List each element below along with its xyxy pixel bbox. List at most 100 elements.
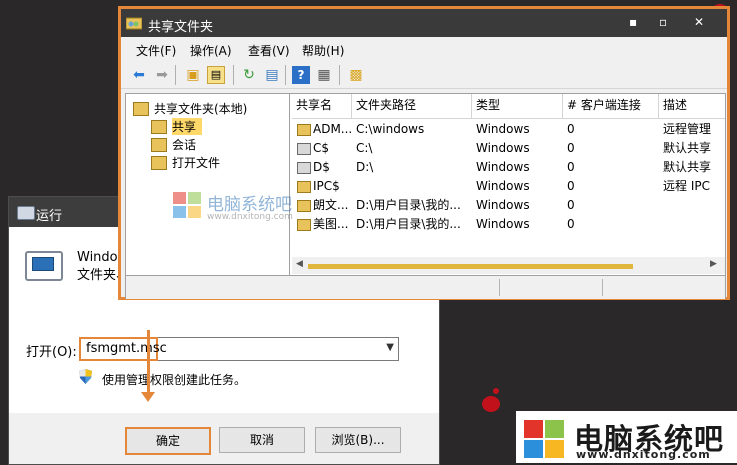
window-title: 共享文件夹 xyxy=(148,20,214,35)
windows-logo-icon xyxy=(173,192,201,218)
up-folder-icon[interactable]: ▣ xyxy=(184,66,202,84)
desktop-splatter xyxy=(482,396,500,412)
scroll-right-icon[interactable]: ▶ xyxy=(710,259,717,269)
cell-description: 默认共享 xyxy=(663,160,712,174)
run-footer: 确定 取消 浏览(B)... xyxy=(9,413,439,464)
tree-item-label: 会话 xyxy=(172,138,197,152)
cell-description: 远程 IPC xyxy=(663,179,710,193)
horizontal-scrollbar[interactable]: ◀ ▶ xyxy=(292,257,725,274)
refresh-icon[interactable]: ↻ xyxy=(240,66,258,84)
scroll-left-icon[interactable]: ◀ xyxy=(296,259,303,269)
screen-icon xyxy=(32,257,54,271)
status-divider xyxy=(602,279,603,296)
toolbar-separator xyxy=(233,65,234,85)
shared-folders-frame: 共享文件夹 ▪ ▫ ✕ 文件(F) 操作(A) 查看(V) 帮助(H) ⬅ ➡ … xyxy=(121,9,727,299)
share-icon xyxy=(297,162,311,174)
table-row[interactable]: IPC$ Windows 0 远程 IPC xyxy=(292,177,725,196)
column-share-name[interactable]: 共享名 xyxy=(292,94,352,118)
help-icon[interactable]: ? xyxy=(292,66,310,84)
cell-folder-path xyxy=(356,177,468,196)
column-description[interactable]: 描述 xyxy=(659,94,725,118)
cell-description xyxy=(663,215,723,234)
table-row[interactable]: 美图... D:\用户目录\我的... Windows 0 xyxy=(292,215,725,234)
cell-type: Windows xyxy=(476,198,530,212)
share-icon xyxy=(297,143,311,155)
run-program-icon xyxy=(25,251,63,281)
tree-item-label: 共享 xyxy=(172,118,203,135)
browse-button[interactable]: 浏览(B)... xyxy=(315,427,401,453)
menu-bar: 文件(F) 操作(A) 查看(V) 帮助(H) xyxy=(121,38,727,60)
sessions-icon xyxy=(151,137,167,152)
menu-help[interactable]: 帮助(H) xyxy=(302,42,344,59)
table-row[interactable]: C$ C:\ Windows 0 默认共享 xyxy=(292,139,725,158)
cell-clients: 0 xyxy=(567,122,575,136)
close-button[interactable]: ✕ xyxy=(694,15,704,29)
cell-share-name: C$ xyxy=(313,141,330,155)
tree-item-label: 打开文件 xyxy=(172,156,221,170)
cell-clients: 0 xyxy=(567,141,575,155)
toolbar-separator xyxy=(175,65,176,85)
show-tree-icon[interactable]: ▤ xyxy=(207,66,225,84)
menu-file[interactable]: 文件(F) xyxy=(136,42,176,59)
cell-type: Windows xyxy=(476,141,530,155)
run-app-icon xyxy=(17,206,35,220)
forward-arrow-icon[interactable]: ➡ xyxy=(153,66,171,84)
shared-folders-titlebar[interactable]: 共享文件夹 ▪ ▫ ✕ xyxy=(121,9,727,37)
cell-type: Windows xyxy=(476,122,530,136)
status-bar xyxy=(126,275,725,299)
export-list-icon[interactable]: ▤ xyxy=(263,66,281,84)
cell-type: Windows xyxy=(476,217,530,231)
cell-folder-path: D:\用户目录\我的... xyxy=(356,217,461,231)
open-label: 打开(O): xyxy=(26,345,77,360)
cell-clients: 0 xyxy=(567,179,575,193)
uac-shield-icon xyxy=(79,369,92,384)
table-row[interactable]: 朗文... D:\用户目录\我的... Windows 0 xyxy=(292,196,725,215)
cell-type: Windows xyxy=(476,160,530,174)
tree-item-open-files[interactable]: 打开文件 xyxy=(151,154,220,171)
admin-note: 使用管理权限创建此任务。 xyxy=(102,373,247,387)
windows-logo-icon xyxy=(524,420,564,458)
status-divider xyxy=(499,279,500,296)
dropdown-arrow-icon[interactable]: ▼ xyxy=(386,342,394,353)
cell-clients: 0 xyxy=(567,160,575,174)
ok-button[interactable]: 确定 xyxy=(125,427,211,455)
tree-item-sessions[interactable]: 会话 xyxy=(151,136,196,153)
cell-clients: 0 xyxy=(567,217,575,231)
center-watermark: 电脑系统吧 www.dnxitong.com xyxy=(172,190,322,226)
column-type[interactable]: 类型 xyxy=(472,94,563,118)
column-client-connections[interactable]: # 客户端连接 xyxy=(563,94,659,118)
column-folder-path[interactable]: 文件夹路径 xyxy=(352,94,472,118)
cell-folder-path: C:\windows xyxy=(356,122,425,136)
tree-root[interactable]: 共享文件夹(本地) xyxy=(133,100,247,117)
share-icon xyxy=(297,124,311,136)
back-arrow-icon[interactable]: ⬅ xyxy=(130,66,148,84)
new-share-icon[interactable]: ▩ xyxy=(347,66,365,84)
cell-share-name: ADM... xyxy=(313,122,351,136)
list-header: 共享名 文件夹路径 类型 # 客户端连接 描述 xyxy=(292,94,725,119)
watermark-url: www.dnxitong.com xyxy=(207,212,293,222)
corner-watermark: 电脑系统吧 www.dnxitong.com xyxy=(516,411,737,463)
desktop-splatter xyxy=(493,388,499,394)
cell-folder-path: D:\ xyxy=(356,160,374,174)
cancel-button[interactable]: 取消 xyxy=(219,427,305,453)
menu-action[interactable]: 操作(A) xyxy=(190,42,232,59)
tree-pane: 共享文件夹(本地) 共享 会话 打开文件 xyxy=(126,94,290,275)
cell-clients: 0 xyxy=(567,198,575,212)
menu-view[interactable]: 查看(V) xyxy=(248,42,290,59)
watermark-url: www.dnxitong.com xyxy=(576,448,711,461)
toolbar: ⬅ ➡ ▣ ▤ ↻ ▤ ? ▦ ▩ xyxy=(121,62,727,89)
properties-icon[interactable]: ▦ xyxy=(315,66,333,84)
open-files-icon xyxy=(151,155,167,170)
command-value: fsmgmt.msc xyxy=(86,341,167,356)
table-row[interactable]: ADM... C:\windows Windows 0 远程管理 xyxy=(292,120,725,139)
tree-item-shares[interactable]: 共享 xyxy=(151,118,203,135)
scroll-thumb[interactable] xyxy=(308,264,633,269)
guide-arrow-line xyxy=(147,330,150,396)
toolbar-separator xyxy=(339,65,340,85)
minimize-button[interactable]: ▪ xyxy=(629,15,637,29)
cell-folder-path: D:\用户目录\我的... xyxy=(356,198,461,212)
shared-folder-icon xyxy=(133,101,149,116)
command-input[interactable]: fsmgmt.msc ▼ xyxy=(79,337,399,361)
maximize-button[interactable]: ▫ xyxy=(659,15,667,29)
table-row[interactable]: D$ D:\ Windows 0 默认共享 xyxy=(292,158,725,177)
